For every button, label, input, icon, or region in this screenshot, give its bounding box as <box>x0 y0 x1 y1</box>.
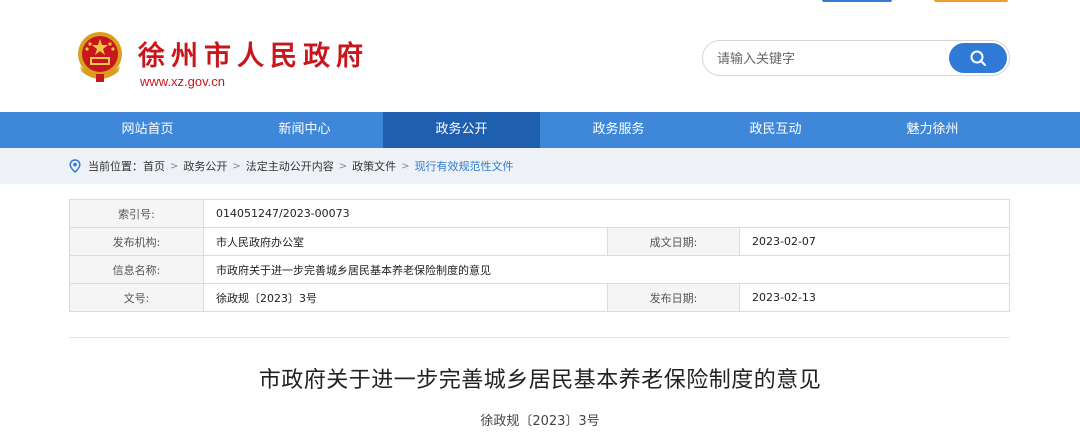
meta-row-publisher: 发布机构: 市人民政府办公室 成文日期: 2023-02-07 <box>69 227 1010 256</box>
breadcrumb-home[interactable]: 首页 <box>143 158 165 174</box>
document-meta-table: 索引号: 014051247/2023-00073 发布机构: 市人民政府办公室… <box>69 199 1010 312</box>
breadcrumb-prefix: 当前位置： <box>88 160 143 173</box>
breadcrumb-separator-icon: > <box>232 160 241 172</box>
nav-item-gov-services[interactable]: 政务服务 <box>540 112 697 148</box>
meta-created-label: 成文日期: <box>607 227 740 256</box>
nav-item-gov-affairs-public[interactable]: 政务公开 <box>383 112 540 148</box>
meta-publisher-label: 发布机构: <box>69 227 204 256</box>
meta-row-index: 索引号: 014051247/2023-00073 <box>69 199 1010 228</box>
search-input[interactable] <box>717 49 937 69</box>
meta-published-label: 发布日期: <box>607 283 740 312</box>
breadcrumb-separator-icon: > <box>338 160 348 172</box>
national-emblem-icon[interactable] <box>72 28 128 86</box>
search-button[interactable] <box>949 43 1007 73</box>
nav-item-home[interactable]: 网站首页 <box>69 112 226 148</box>
meta-info-value: 市政府关于进一步完善城乡居民基本养老保险制度的意见 <box>203 255 1010 284</box>
meta-publisher-value: 市人民政府办公室 <box>203 227 608 256</box>
breadcrumb-policy-docs[interactable]: 政策文件 <box>352 158 396 174</box>
breadcrumb-current[interactable]: 现行有效规范性文件 <box>415 158 514 174</box>
document-number: 徐政规〔2023〕3号 <box>480 414 600 429</box>
meta-row-info: 信息名称: 市政府关于进一步完善城乡居民基本养老保险制度的意见 <box>69 255 1010 284</box>
breadcrumb-separator-icon: > <box>170 160 179 172</box>
nav-item-interaction[interactable]: 政民互动 <box>697 112 854 148</box>
site-url[interactable]: www.xz.gov.cn <box>140 74 225 89</box>
document-title: 市政府关于进一步完善城乡居民基本养老保险制度的意见 <box>258 368 822 393</box>
search-box <box>702 40 1010 76</box>
meta-index-label: 索引号: <box>69 199 204 228</box>
content-divider <box>69 337 1010 338</box>
breadcrumb-gov-affairs[interactable]: 政务公开 <box>183 158 227 174</box>
meta-docno-value: 徐政规〔2023〕3号 <box>203 283 608 312</box>
meta-published-value: 2023-02-13 <box>739 283 1010 312</box>
site-title[interactable]: 徐州市人民政府 <box>138 34 369 73</box>
nav-item-charm-xuzhou[interactable]: 魅力徐州 <box>854 112 1011 148</box>
nav-item-news[interactable]: 新闻中心 <box>226 112 383 148</box>
meta-created-value: 2023-02-07 <box>739 227 1010 256</box>
meta-info-label: 信息名称: <box>69 255 204 284</box>
meta-docno-label: 文号: <box>69 283 204 312</box>
location-pin-icon <box>69 159 81 173</box>
site-header: 徐州市人民政府 www.xz.gov.cn <box>0 0 1080 112</box>
breadcrumb-statutory[interactable]: 法定主动公开内容 <box>246 158 334 174</box>
search-icon <box>970 50 986 66</box>
breadcrumb: 当前位置： 首页 > 政务公开 > 法定主动公开内容 > 政策文件 > 现行有效… <box>68 158 514 174</box>
main-nav: 网站首页 新闻中心 政务公开 政务服务 政民互动 魅力徐州 <box>0 112 1080 148</box>
meta-row-docno: 文号: 徐政规〔2023〕3号 发布日期: 2023-02-13 <box>69 283 1010 312</box>
breadcrumb-bar: 当前位置： 首页 > 政务公开 > 法定主动公开内容 > 政策文件 > 现行有效… <box>0 148 1080 184</box>
meta-index-value: 014051247/2023-00073 <box>203 199 1010 228</box>
breadcrumb-separator-icon: > <box>401 160 410 172</box>
